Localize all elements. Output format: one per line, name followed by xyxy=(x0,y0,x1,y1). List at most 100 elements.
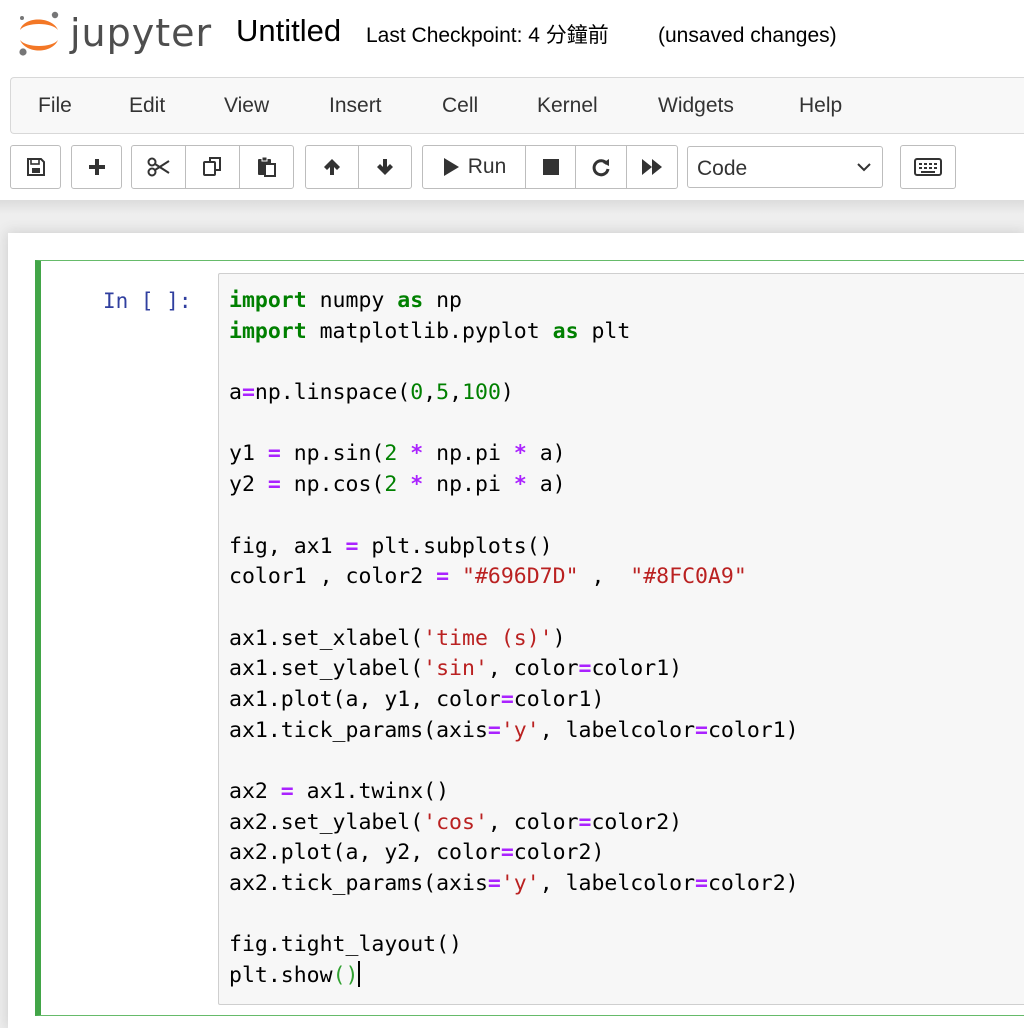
code-token: numpy xyxy=(306,288,398,313)
code-token: fig, ax1 xyxy=(229,533,346,559)
restart-button[interactable] xyxy=(575,145,627,189)
code-token: ax1.tick_params(axis xyxy=(229,717,488,743)
menu-edit[interactable]: Edit xyxy=(129,92,165,120)
code-token: color1 , color2 xyxy=(229,564,437,590)
input-prompt: In [ ]: xyxy=(103,289,192,313)
code-token: import xyxy=(229,288,307,313)
code-token: , color xyxy=(487,656,579,682)
paste-button[interactable] xyxy=(239,145,294,189)
toolbar-group-run: Run xyxy=(422,145,678,189)
interrupt-button[interactable] xyxy=(525,145,576,189)
code-line: plt.show() xyxy=(229,961,799,992)
code-token: = xyxy=(487,871,501,897)
code-token: a) xyxy=(526,472,566,498)
code-token: , labelcolor xyxy=(539,871,696,897)
jupyter-logo-icon xyxy=(19,11,59,56)
menu-help[interactable]: Help xyxy=(799,92,842,120)
code-line: a=np.linspace(0,5,100) xyxy=(229,378,799,409)
menubar: File Edit View Insert Cell Kernel Widget… xyxy=(10,77,1024,134)
code-token: 'y' xyxy=(500,717,540,743)
code-token: * xyxy=(410,472,424,498)
code-token: * xyxy=(513,472,527,498)
copy-button[interactable] xyxy=(185,145,240,189)
code-line: import numpy as np xyxy=(229,286,799,317)
code-token: = xyxy=(695,871,708,897)
notebook-name[interactable]: Untitled xyxy=(236,12,341,50)
logo-text: jupyter xyxy=(70,11,213,55)
code-token: fig.tight_layout() xyxy=(229,932,462,958)
code-token: , labelcolor xyxy=(539,717,696,743)
code-content[interactable]: import numpy as np import matplotlib.pypl… xyxy=(229,286,799,992)
paste-icon xyxy=(257,156,276,177)
code-token: ax1.set_ylabel( xyxy=(229,656,424,682)
move-down-button[interactable] xyxy=(358,145,412,189)
code-token: 'time (s)' xyxy=(423,625,553,651)
code-token: ax2 xyxy=(229,779,281,804)
code-token: = xyxy=(280,779,294,804)
menu-view[interactable]: View xyxy=(224,92,269,120)
save-icon xyxy=(26,158,45,176)
code-token: y2 xyxy=(229,472,268,498)
code-token: 'sin' xyxy=(423,656,488,682)
code-token: a) xyxy=(526,441,566,467)
code-line: y2 = np.cos(2 * np.pi * a) xyxy=(229,470,799,501)
code-token: color1) xyxy=(513,686,605,712)
cell-type-select[interactable]: Code xyxy=(687,146,883,188)
restart-icon xyxy=(592,159,610,177)
code-token: 5 xyxy=(436,380,450,406)
menu-file[interactable]: File xyxy=(38,92,72,120)
toolbar-group-move xyxy=(305,145,412,189)
run-button[interactable]: Run xyxy=(422,145,526,189)
move-up-button[interactable] xyxy=(305,145,359,189)
play-icon xyxy=(443,158,459,176)
code-token: ax2.set_ylabel( xyxy=(229,809,424,835)
code-token: np.linspace( xyxy=(254,380,411,406)
toolbar-group-save xyxy=(10,145,61,189)
code-token: = xyxy=(500,840,514,866)
code-token: ) xyxy=(500,380,514,406)
code-token: ax1.set_xlabel( xyxy=(229,625,424,651)
toolbar-group-edit xyxy=(131,145,294,189)
insert-cell-button[interactable] xyxy=(71,145,122,189)
menu-insert[interactable]: Insert xyxy=(329,92,382,120)
code-token: = xyxy=(578,809,592,835)
code-token: plt.subplots() xyxy=(358,533,553,559)
code-token: np.pi xyxy=(423,441,514,467)
code-token: as xyxy=(552,318,579,344)
code-line: y1 = np.sin(2 * np.pi * a) xyxy=(229,439,799,470)
menu-widgets[interactable]: Widgets xyxy=(658,92,734,120)
code-token: np.sin( xyxy=(280,441,385,467)
code-token: color1) xyxy=(707,717,799,743)
code-token: * xyxy=(513,441,527,467)
code-token: , xyxy=(578,564,631,590)
code-token: np xyxy=(423,288,463,313)
command-palette-button[interactable] xyxy=(900,145,956,189)
code-token: as xyxy=(397,288,424,313)
menu-cell[interactable]: Cell xyxy=(442,92,478,120)
plus-icon xyxy=(88,159,105,175)
chevron-down-icon xyxy=(857,163,871,172)
code-token: ax1.plot(a, y1, color xyxy=(229,686,501,712)
code-token: = xyxy=(436,564,450,590)
header: jupyter Untitled Last Checkpoint: 4 分鐘前 … xyxy=(0,0,1024,200)
code-token: color2) xyxy=(591,809,683,835)
save-button[interactable] xyxy=(10,145,61,189)
restart-run-all-button[interactable] xyxy=(626,145,678,189)
stop-icon xyxy=(542,159,559,175)
code-token: 'cos' xyxy=(423,809,488,835)
code-token: y1 xyxy=(229,441,268,467)
code-token: = xyxy=(345,533,359,559)
code-token: 100 xyxy=(462,380,501,406)
menu-kernel[interactable]: Kernel xyxy=(537,92,598,120)
code-token: 2 xyxy=(384,472,398,498)
jupyter-logo[interactable]: jupyter xyxy=(14,8,214,60)
code-token: color1) xyxy=(591,656,683,682)
cut-button[interactable] xyxy=(131,145,186,189)
